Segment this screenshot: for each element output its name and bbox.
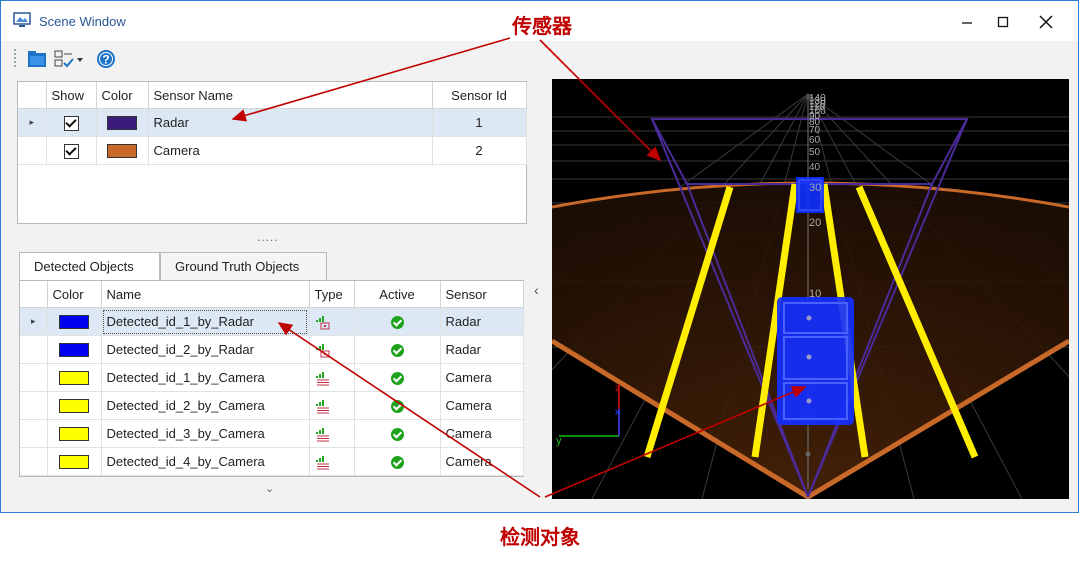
arrow-to-detected-box bbox=[544, 386, 807, 498]
detected-objects-annotation: 检测对象 bbox=[500, 525, 580, 549]
arrow-to-radar-row bbox=[231, 37, 511, 122]
annotation-arrows bbox=[231, 37, 807, 498]
annotation-overlay bbox=[231, 37, 807, 498]
arrow-to-radar-frustum bbox=[539, 39, 662, 162]
sensor-annotation: 传感器 bbox=[512, 14, 572, 38]
arrow-to-detected-row bbox=[277, 322, 541, 498]
